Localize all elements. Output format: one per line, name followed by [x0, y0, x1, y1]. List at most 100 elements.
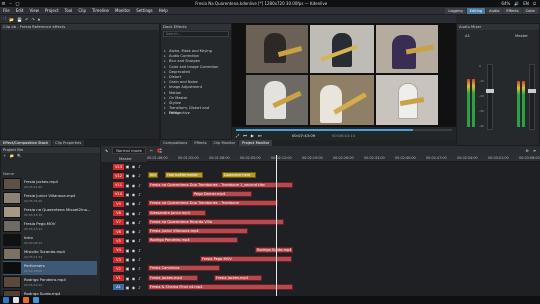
track-lock-icon[interactable]: ▣	[125, 276, 130, 281]
list-item[interactable]: Intro 00:00:08:15	[3, 233, 97, 247]
track-header[interactable]: V1 ▣ ◉ ♪	[113, 275, 147, 282]
undo-icon[interactable]: ↶	[25, 17, 28, 22]
list-item[interactable]: Rodrigo Pandeiro.mp4 00:05:19:10	[3, 275, 97, 289]
zoom-icon[interactable]: ⊕	[526, 148, 529, 153]
menu-edit[interactable]: Edit	[16, 8, 24, 13]
track-name[interactable]: V11	[113, 182, 124, 189]
timeline-clip[interactable]: Alessandra Jonco.mp4	[148, 209, 206, 216]
workspace-logging[interactable]: Logging	[445, 8, 466, 14]
render-icon[interactable]: ⏺	[38, 17, 40, 22]
track-mute-icon[interactable]: ♪	[137, 183, 142, 188]
timeline-clip[interactable]: Fresia & Chama Final v4.mp4	[148, 283, 293, 290]
timeline-clip[interactable]: Fresia Jackes.mp4	[148, 274, 198, 281]
track-lock-icon[interactable]: ▣	[125, 248, 130, 253]
menu-monitor[interactable]: Monitor	[115, 8, 130, 13]
list-item[interactable]: Fresia Junior Villanova.mp4 00:05:36:26	[3, 191, 97, 205]
track-visibility-icon[interactable]: ◉	[131, 201, 136, 206]
track-mute-icon[interactable]: ♪	[137, 173, 142, 178]
save-icon[interactable]: 💾	[17, 17, 22, 22]
timeline-clip[interactable]: Fresia Jackes.mp4	[214, 274, 262, 281]
list-item[interactable]: Fresia Pego.MOV 00:05:13:24	[3, 219, 97, 233]
track-visibility-icon[interactable]: ◉	[131, 285, 136, 290]
track-visibility-icon[interactable]: ◉	[131, 238, 136, 243]
minimize-icon[interactable]: –	[7, 0, 14, 7]
workspace-color[interactable]: Color	[522, 8, 538, 14]
timeline-clip[interactable]: Rodrigo Pandeiro.mp4	[148, 237, 238, 244]
timeline-clip[interactable]: Fresia na Quarentena Ricardo Villa	[148, 218, 284, 225]
bin-column-name[interactable]: Name	[3, 171, 14, 176]
track-lock-icon[interactable]: ▣	[125, 285, 130, 290]
fader-master[interactable]	[528, 64, 536, 130]
track-visibility-icon[interactable]: ◉	[131, 266, 136, 271]
track-visibility-icon[interactable]: ◉	[131, 276, 136, 281]
track-name[interactable]: V4	[113, 247, 124, 254]
list-item[interactable]: Performers 00:00:08:00	[3, 261, 97, 275]
workspace-editing[interactable]: Editing	[466, 8, 486, 14]
track-mute-icon[interactable]: ♪	[137, 248, 142, 253]
battery-indicator[interactable]: 64%	[501, 1, 510, 6]
track-name[interactable]: V3	[113, 256, 124, 263]
timeline-clip[interactable]: Fresia Pego MOV	[200, 256, 292, 262]
track-lock-icon[interactable]: ▣	[125, 201, 130, 206]
monitor-scrubber[interactable]	[236, 129, 452, 131]
track-header[interactable]: V4 ▣ ◉ ♪	[113, 247, 147, 254]
timeline-mode-select[interactable]: Normal mode	[112, 147, 146, 154]
track-mute-icon[interactable]: ♪	[137, 229, 142, 234]
menu-view[interactable]: View	[29, 8, 39, 13]
volume-icon[interactable]: 🔊	[514, 1, 519, 6]
track-visibility-icon[interactable]: ◉	[131, 183, 136, 188]
track-lock-icon[interactable]: ▣	[125, 164, 130, 169]
snap-icon[interactable]: 🧲	[157, 148, 162, 153]
track-header[interactable]: V7 ▣ ◉ ♪	[113, 219, 147, 226]
track-header[interactable]: V8 ▣ ◉ ♪	[113, 210, 147, 217]
track-name[interactable]: V9	[113, 200, 124, 207]
track-header[interactable]: V2 ▣ ◉ ♪	[113, 265, 147, 272]
app-menu-icon[interactable]: ≡	[0, 0, 7, 7]
timeline-clip[interactable]: Fresia na Quarentena Duo Trombones - Tro…	[148, 200, 278, 207]
track-mute-icon[interactable]: ♪	[137, 164, 142, 169]
add-clip-icon[interactable]: ＋	[3, 154, 7, 159]
timeline-clip[interactable]: FabricaMerineide	[165, 172, 203, 179]
timeline-ruler[interactable]: 00:01:46:00 00:01:52:00 00:01:58:00 00:02:0…	[147, 155, 540, 162]
track-name[interactable]: V10	[113, 191, 124, 198]
menu-file[interactable]: File	[3, 8, 10, 13]
track-header[interactable]: V3 ▣ ◉ ♪	[113, 256, 147, 263]
track-visibility-icon[interactable]: ◉	[131, 164, 136, 169]
track-name[interactable]: V6	[113, 228, 124, 235]
track-name[interactable]: V13	[113, 163, 124, 170]
bin-search-icon[interactable]: 🔍	[17, 154, 21, 159]
redo-icon[interactable]: ↷	[32, 17, 35, 22]
browser-icon[interactable]	[23, 297, 29, 303]
timeline-clip[interactable]: Downsize here	[222, 172, 256, 179]
start-menu-icon[interactable]	[3, 297, 9, 303]
workspace-audio[interactable]: Audio	[486, 8, 503, 14]
open-icon[interactable]: 📂	[9, 17, 14, 22]
timeline-clip[interactable]: Intr	[148, 172, 158, 179]
keyboard-layout[interactable]: EN	[523, 1, 529, 6]
track-header[interactable]: V12 ▣ ◉ ♪	[113, 172, 147, 179]
track-visibility-icon[interactable]: ◉	[131, 229, 136, 234]
timeline-clip[interactable]: Pego Darner.mp4	[192, 190, 252, 197]
track-visibility-icon[interactable]: ◉	[131, 211, 136, 216]
track-name[interactable]: A1	[113, 284, 124, 291]
monitor-timecode[interactable]: 00:07:43:09	[292, 133, 315, 138]
track-visibility-icon[interactable]: ◉	[131, 220, 136, 225]
track-header[interactable]: V5 ▣ ◉ ♪	[113, 237, 147, 244]
track-lock-icon[interactable]: ▣	[125, 238, 130, 243]
select-tool-icon[interactable]: ⬉	[105, 148, 108, 153]
previous-frame-icon[interactable]: ⏮	[243, 133, 247, 138]
track-header[interactable]: V10 ▣ ◉ ♪	[113, 191, 147, 198]
workspace-effects[interactable]: Effects	[503, 8, 522, 14]
track-name[interactable]: V8	[113, 210, 124, 216]
track-mute-icon[interactable]: ♪	[137, 276, 142, 281]
track-lock-icon[interactable]: ▣	[125, 183, 130, 188]
track-name[interactable]: V7	[113, 219, 124, 226]
track-lock-icon[interactable]: ▣	[125, 173, 130, 178]
timeline-clip[interactable]: Fresia na Quarentena Duo Trombones - Tro…	[148, 181, 293, 188]
playhead[interactable]	[276, 155, 277, 296]
track-lock-icon[interactable]: ▣	[125, 266, 130, 271]
timeline-clip[interactable]: Fresia Junior Villanova.mp4	[148, 228, 248, 235]
track-name[interactable]: V5	[113, 237, 124, 244]
project-monitor[interactable]: ⤢ ⏮ ▶ ⏭ 00:07:43:09 00:08:44:14	[232, 23, 456, 140]
track-header[interactable]: V9 ▣ ◉ ♪	[113, 200, 147, 207]
